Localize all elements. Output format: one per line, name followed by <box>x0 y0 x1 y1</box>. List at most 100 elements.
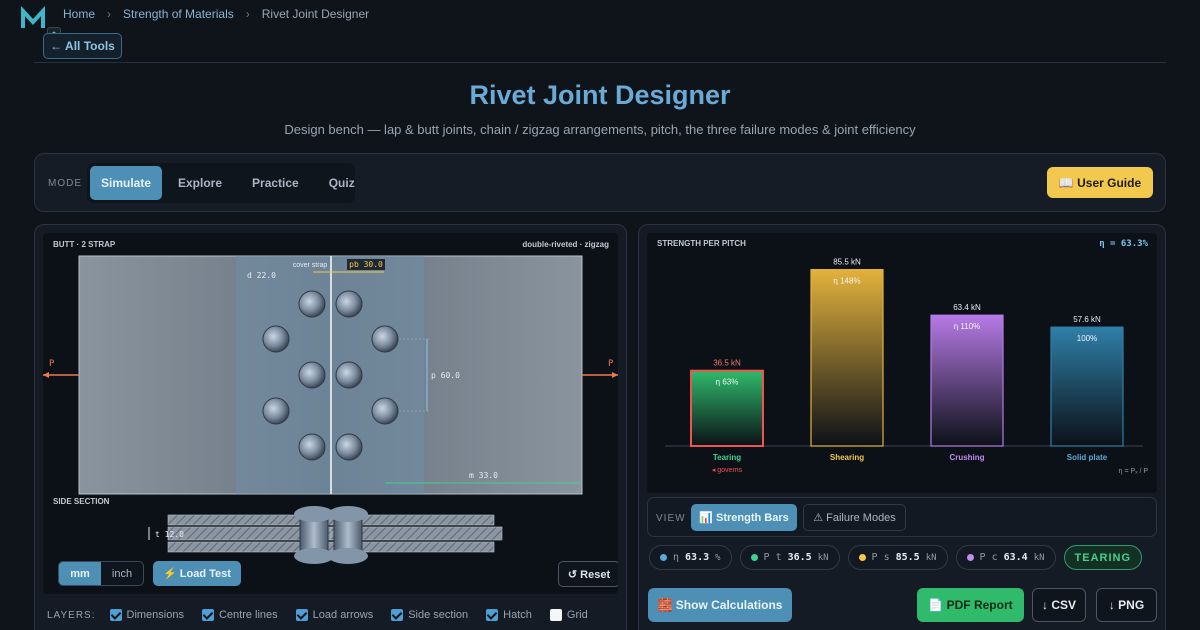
layer-centre-lines[interactable]: Centre lines <box>201 609 278 621</box>
readout-symbol: η <box>673 552 680 563</box>
shearing-readout: P s 85.5 kN <box>847 545 948 570</box>
diameter-label: d 22.0 <box>247 271 276 280</box>
layer-label: Load arrows <box>312 609 374 621</box>
readout-value: 63.4 <box>1003 552 1028 563</box>
layer-side-section[interactable]: Side section <box>391 609 468 621</box>
csv-download-button[interactable]: ↓ CSV <box>1032 588 1086 622</box>
bar-category-label: Tearing <box>713 453 741 462</box>
bar-series: 36.5 kN η 63% Tearing ◂ governs 85.5 kN η 148… <box>690 258 1124 474</box>
dot-icon <box>660 554 667 561</box>
rivet[interactable] <box>298 433 326 461</box>
tab-failure-modes[interactable]: ⚠ Failure Modes <box>803 504 906 531</box>
view-bar: VIEW 📊 Strength Bars ⚠ Failure Modes <box>647 497 1157 537</box>
bar-efficiency-label: η 63% <box>716 378 739 387</box>
bar-shearing <box>810 268 884 447</box>
checkbox-checked[interactable] <box>109 609 122 621</box>
readout-symbol: P t <box>763 552 782 563</box>
mode-label: MODE <box>48 178 82 189</box>
layer-hatch[interactable]: Hatch <box>486 609 532 621</box>
status-badge: TEARING <box>1063 545 1143 570</box>
breadcrumb-section[interactable]: Strength of Materials <box>123 7 234 21</box>
page-title: Rivet Joint Designer <box>469 80 731 110</box>
checkbox-unchecked[interactable] <box>549 609 562 621</box>
app-logo[interactable] <box>20 6 46 32</box>
readout-value: 63.3 <box>685 552 710 563</box>
reset-button[interactable]: ↺ Reset <box>558 561 618 587</box>
layer-dimensions[interactable]: Dimensions <box>109 609 184 621</box>
strength-chart: STRENGTH PER PITCH η = 63.3% η = Pₓ / P … <box>647 233 1157 493</box>
dot-icon <box>966 554 974 561</box>
checkbox-checked[interactable] <box>486 609 499 621</box>
dot-icon <box>750 554 758 561</box>
breadcrumb: Home › Strength of Materials › Rivet Joi… <box>63 7 369 21</box>
mode-bar: MODE Simulate Explore Practice Quiz 📖 Us… <box>34 153 1166 212</box>
tab-simulate[interactable]: Simulate <box>90 166 162 200</box>
efficiency-label: η = 63.3% <box>1099 239 1148 249</box>
breadcrumb-separator: › <box>107 7 112 21</box>
layer-label: Grid <box>566 609 588 621</box>
user-guide-button[interactable]: 📖 User Guide <box>1047 167 1153 198</box>
breadcrumb-separator: › <box>245 7 250 21</box>
strength-chart-svg: STRENGTH PER PITCH η = 63.3% η = Pₓ / P … <box>657 239 1149 475</box>
bar-value-label: 63.4 kN <box>953 303 981 312</box>
tab-practice[interactable]: Practice <box>238 166 313 200</box>
readout-value: 85.5 <box>895 552 920 563</box>
layer-label: Centre lines <box>218 609 278 621</box>
rivet[interactable] <box>298 290 326 318</box>
joint-drawing: BUTT · 2 STRAP double-riveted · zigzag c… <box>43 240 618 564</box>
rivet[interactable] <box>371 325 399 353</box>
layer-label: Dimensions <box>126 609 184 621</box>
pitch-label: p 60.0 <box>431 371 460 380</box>
rivet[interactable] <box>335 290 363 318</box>
margin-label: m 33.0 <box>469 471 498 480</box>
bar-category-label: Crushing <box>949 453 984 462</box>
layer-label: Side section <box>408 609 469 621</box>
governs-label: ◂ governs <box>712 467 743 474</box>
joint-canvas[interactable]: BUTT · 2 STRAP double-riveted · zigzag c… <box>43 233 618 594</box>
bar-value-label: 36.5 kN <box>713 359 741 368</box>
unit-mm[interactable]: mm <box>59 562 101 585</box>
checkbox-checked[interactable] <box>391 609 404 621</box>
checkbox-checked[interactable] <box>201 609 214 621</box>
readout-unit: kN <box>1033 552 1045 563</box>
load-label-left: P <box>49 359 55 369</box>
side-section-label: SIDE SECTION <box>53 497 110 506</box>
layer-load-arrows[interactable]: Load arrows <box>295 609 374 621</box>
rivet-head <box>328 548 368 564</box>
arrow-left-icon <box>43 372 49 378</box>
tab-strength-bars[interactable]: 📊 Strength Bars <box>691 504 797 531</box>
bar-crushing <box>930 314 1004 447</box>
rivet[interactable] <box>262 397 290 425</box>
unit-inch[interactable]: inch <box>101 562 143 585</box>
chart-footnote: η = Pₓ / P <box>1119 468 1149 475</box>
show-calculations-button[interactable]: 🧱 Show Calculations <box>648 588 792 622</box>
rivet[interactable] <box>262 325 290 353</box>
readout-symbol: P s <box>871 552 890 563</box>
all-tools-button[interactable]: ← All Tools <box>43 33 122 59</box>
breadcrumb-home[interactable]: Home <box>63 7 95 21</box>
dot-icon <box>858 554 866 561</box>
png-download-button[interactable]: ↓ PNG <box>1096 588 1157 622</box>
layer-label: Hatch <box>503 609 532 621</box>
efficiency-readout: η 63.3% <box>649 545 732 570</box>
divider <box>34 62 1166 63</box>
layer-grid[interactable]: Grid <box>549 609 588 621</box>
tearing-readout: P t 36.5 kN <box>739 545 840 570</box>
rivet[interactable] <box>298 361 326 389</box>
tab-explore[interactable]: Explore <box>164 166 236 200</box>
crushing-readout: P c 63.4 kN <box>955 545 1056 570</box>
arrow-right-icon <box>612 372 618 378</box>
pdf-report-button[interactable]: 📄 PDF Report <box>917 588 1024 622</box>
checkbox-checked[interactable] <box>295 609 308 621</box>
layers-label: LAYERS: <box>47 609 96 621</box>
view-label: VIEW <box>656 513 686 524</box>
load-test-button[interactable]: ⚡ Load Test <box>153 561 241 586</box>
rivet[interactable] <box>335 433 363 461</box>
readout-unit: % <box>715 552 721 563</box>
arrangement-label: double-riveted · zigzag <box>522 240 609 249</box>
tab-quiz[interactable]: Quiz <box>315 166 369 200</box>
load-label-right: P <box>608 359 614 369</box>
rivet[interactable] <box>335 361 363 389</box>
rivet[interactable] <box>371 397 399 425</box>
mode-tabs: Simulate Explore Practice Quiz <box>87 163 355 203</box>
